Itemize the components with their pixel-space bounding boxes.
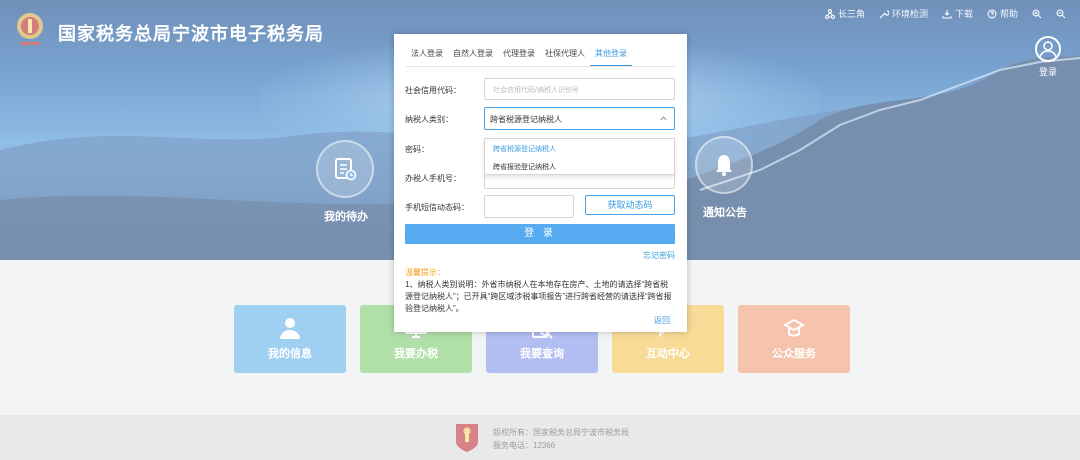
sms-code-input[interactable] [484, 195, 574, 218]
back-link[interactable]: 返回 [654, 315, 670, 326]
taxpayer-type-value: 跨省税源登记纳税人 [490, 115, 562, 124]
sms-code-label: 手机短信动态码： [405, 203, 469, 212]
login-tabs: 法人登录 自然人登录 代理登录 社保代理人 其他登录 [406, 40, 632, 66]
tab-natural-person-login[interactable]: 自然人登录 [448, 40, 498, 66]
login-modal: 法人登录 自然人登录 代理登录 社保代理人 其他登录 社会信用代码： 社会信用代… [394, 34, 687, 332]
taxpayer-type-select[interactable]: 跨省税源登记纳税人 [484, 107, 675, 130]
tab-agent-login[interactable]: 代理登录 [498, 40, 540, 66]
forgot-password-link[interactable]: 忘记密码 [643, 250, 675, 261]
dropdown-option[interactable]: 跨省税源登记纳税人 [485, 139, 674, 157]
tab-divider [406, 66, 675, 67]
taxpayer-type-label: 纳税人类别： [405, 115, 453, 124]
taxpayer-type-dropdown: 跨省税源登记纳税人 跨省报验登记纳税人 [484, 138, 675, 175]
login-button[interactable]: 登 录 [405, 224, 675, 244]
tab-legal-person-login[interactable]: 法人登录 [406, 40, 448, 66]
phone-label: 办税人手机号： [405, 174, 461, 183]
tip-title: 温馨提示： [405, 268, 445, 277]
get-sms-code-button[interactable]: 获取动态码 [585, 195, 675, 215]
chevron-up-icon [660, 116, 667, 121]
tip-text: 1、纳税人类别说明：外省市纳税人在本地存在房产、土地的请选择“跨省税源登记纳税人… [405, 280, 672, 313]
credit-code-label: 社会信用代码： [405, 86, 461, 95]
credit-code-input[interactable]: 社会信用代码/纳税人识别号 [484, 78, 675, 100]
tab-social-security-agent[interactable]: 社保代理人 [540, 40, 590, 66]
dropdown-option[interactable]: 跨省报验登记纳税人 [485, 157, 674, 175]
tab-other-login[interactable]: 其他登录 [590, 40, 632, 66]
password-label: 密码： [405, 145, 429, 154]
